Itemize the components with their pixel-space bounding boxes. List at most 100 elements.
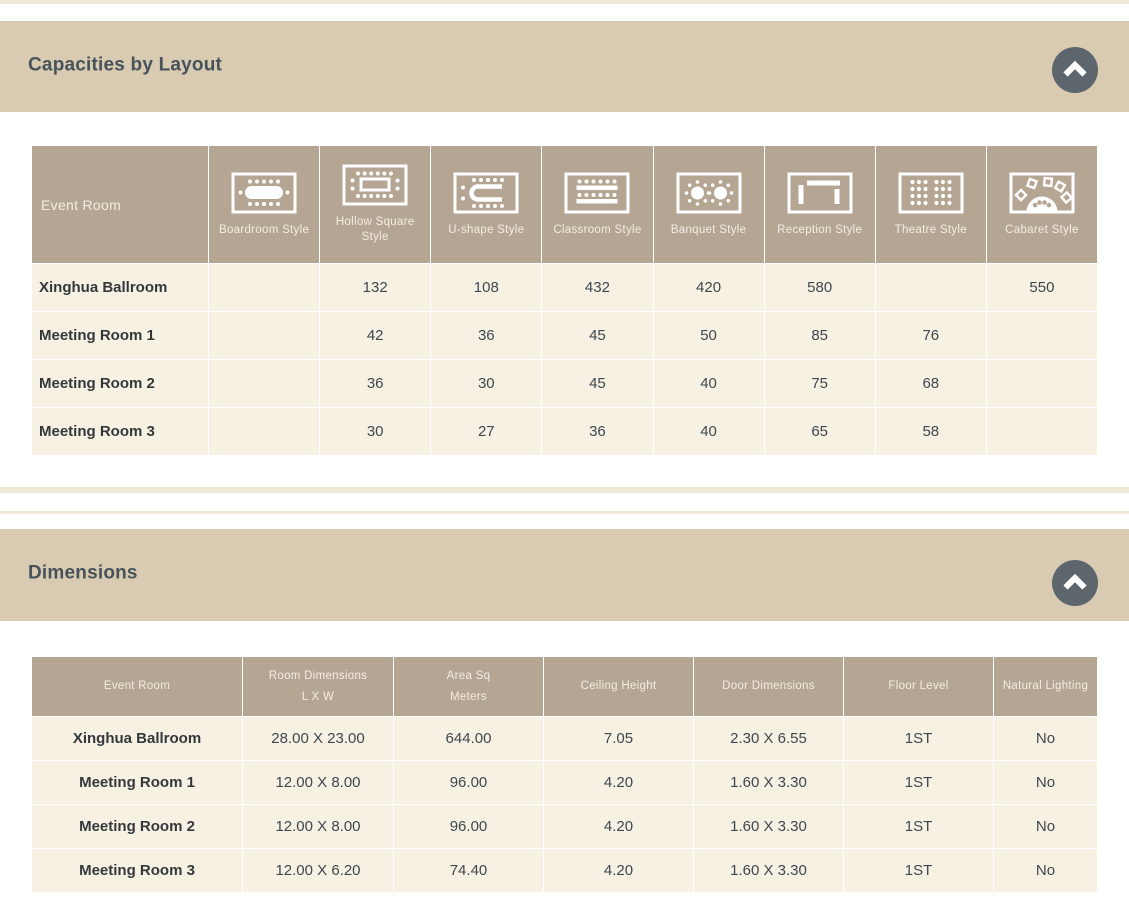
- boardroom-style-icon: [231, 172, 297, 214]
- column-header-reception: Reception Style: [764, 146, 875, 264]
- value-cell: 1ST: [844, 717, 994, 761]
- column-header-boardroom: Boardroom Style: [209, 146, 320, 264]
- reception-style-icon: [787, 172, 853, 214]
- table-row: Meeting Room 312.00 X 6.2074.404.201.60 …: [32, 849, 1098, 893]
- dimensions-section-title: Dimensions: [28, 563, 138, 585]
- room-name-cell: Xinghua Ballroom: [32, 717, 243, 761]
- value-cell: 4.20: [544, 805, 694, 849]
- collapse-capacities-button[interactable]: [1052, 47, 1098, 93]
- value-cell: 45: [542, 312, 653, 360]
- value-cell: 42: [320, 312, 431, 360]
- table-row: Meeting Room 2363045407568: [32, 360, 1098, 408]
- column-header-door-dimensions: Door Dimensions: [694, 657, 844, 717]
- value-cell: No: [994, 849, 1098, 893]
- column-header-label: Reception Style: [772, 223, 867, 238]
- column-header-label: U-shape Style: [443, 223, 529, 238]
- value-cell: 7.05: [544, 717, 694, 761]
- room-name-cell: Meeting Room 3: [32, 849, 243, 893]
- collapse-dimensions-button[interactable]: [1052, 560, 1098, 606]
- value-cell: 4.20: [544, 849, 694, 893]
- section-divider-strip: [0, 511, 1129, 514]
- room-name-cell: Meeting Room 3: [32, 408, 209, 456]
- column-header-event-room: Event Room: [32, 146, 209, 264]
- top-divider-strip: [0, 0, 1129, 4]
- column-header-u-shape: U-shape Style: [431, 146, 542, 264]
- room-name-cell: Meeting Room 1: [32, 761, 243, 805]
- value-cell: 4.20: [544, 761, 694, 805]
- column-header-hollow-square: Hollow Square Style: [320, 146, 431, 264]
- value-cell: 12.00 X 6.20: [243, 849, 394, 893]
- value-cell: 36: [431, 312, 542, 360]
- column-header-classroom: Classroom Style: [542, 146, 653, 264]
- value-cell: 432: [542, 264, 653, 312]
- section-divider-strip: [0, 487, 1129, 493]
- column-header-event-room: Event Room: [32, 657, 243, 717]
- column-header-floor-level: Floor Level: [844, 657, 994, 717]
- value-cell: 30: [431, 360, 542, 408]
- dimensions-section-header: Dimensions: [0, 529, 1129, 621]
- value-cell: 1ST: [844, 849, 994, 893]
- column-header-natural-lighting: Natural Lighting: [994, 657, 1098, 717]
- value-cell: 644.00: [394, 717, 544, 761]
- capacities-table: Event Room Boardroom Style: [31, 145, 1098, 456]
- column-header-label: Classroom Style: [548, 223, 646, 238]
- value-cell: 420: [653, 264, 764, 312]
- room-name-cell: Xinghua Ballroom: [32, 264, 209, 312]
- value-cell: [986, 360, 1097, 408]
- table-row: Meeting Room 212.00 X 8.0096.004.201.60 …: [32, 805, 1098, 849]
- value-cell: 550: [986, 264, 1097, 312]
- value-cell: [209, 264, 320, 312]
- table-row: Meeting Room 3302736406558: [32, 408, 1098, 456]
- value-cell: [986, 408, 1097, 456]
- value-cell: No: [994, 717, 1098, 761]
- value-cell: 12.00 X 8.00: [243, 805, 394, 849]
- value-cell: 132: [320, 264, 431, 312]
- value-cell: 45: [542, 360, 653, 408]
- column-header-label: Banquet Style: [666, 223, 752, 238]
- value-cell: [209, 408, 320, 456]
- value-cell: 50: [653, 312, 764, 360]
- cabaret-style-icon: [1009, 172, 1075, 214]
- column-header-label: Theatre Style: [890, 223, 972, 238]
- dimensions-table: Event Room Room Dimensions L X W Area Sq…: [31, 656, 1098, 893]
- value-cell: 68: [875, 360, 986, 408]
- value-cell: 40: [653, 408, 764, 456]
- value-cell: 1.60 X 3.30: [694, 849, 844, 893]
- value-cell: 1ST: [844, 761, 994, 805]
- room-name-cell: Meeting Room 1: [32, 312, 209, 360]
- room-name-cell: Meeting Room 2: [32, 360, 209, 408]
- capacities-section-header: Capacities by Layout: [0, 21, 1129, 112]
- table-row: Xinghua Ballroom132108432420580550: [32, 264, 1098, 312]
- classroom-style-icon: [564, 172, 630, 214]
- column-header-label: Boardroom Style: [214, 223, 314, 238]
- value-cell: 30: [320, 408, 431, 456]
- value-cell: 1ST: [844, 805, 994, 849]
- value-cell: 36: [542, 408, 653, 456]
- column-header-ceiling-height: Ceiling Height: [544, 657, 694, 717]
- value-cell: 76: [875, 312, 986, 360]
- u-shape-style-icon: [453, 172, 519, 214]
- value-cell: 28.00 X 23.00: [243, 717, 394, 761]
- value-cell: No: [994, 761, 1098, 805]
- value-cell: [209, 312, 320, 360]
- table-row: Meeting Room 1423645508576: [32, 312, 1098, 360]
- value-cell: [875, 264, 986, 312]
- dimensions-header-row: Event Room Room Dimensions L X W Area Sq…: [32, 657, 1098, 717]
- column-header-label: Cabaret Style: [1000, 223, 1084, 238]
- value-cell: 580: [764, 264, 875, 312]
- value-cell: 1.60 X 3.30: [694, 805, 844, 849]
- column-header-area-sq-meters: Area Sq Meters: [394, 657, 544, 717]
- value-cell: 96.00: [394, 761, 544, 805]
- value-cell: 36: [320, 360, 431, 408]
- theatre-style-icon: [898, 172, 964, 214]
- value-cell: 40: [653, 360, 764, 408]
- column-header-label: Hollow Square Style: [321, 215, 429, 245]
- table-row: Meeting Room 112.00 X 8.0096.004.201.60 …: [32, 761, 1098, 805]
- value-cell: 27: [431, 408, 542, 456]
- value-cell: 2.30 X 6.55: [694, 717, 844, 761]
- column-header-banquet: Banquet Style: [653, 146, 764, 264]
- value-cell: 58: [875, 408, 986, 456]
- value-cell: 96.00: [394, 805, 544, 849]
- capacities-section-title: Capacities by Layout: [28, 54, 222, 76]
- column-header-cabaret: Cabaret Style: [986, 146, 1097, 264]
